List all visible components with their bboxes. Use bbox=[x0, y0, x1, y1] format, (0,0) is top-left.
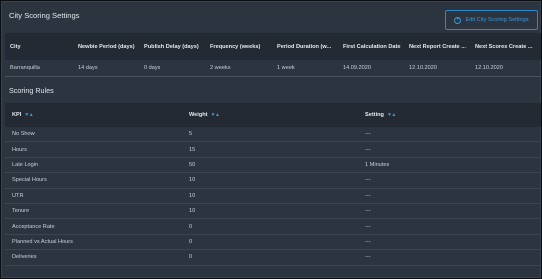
rules-body: No Show 5 --- Hours 15 --- Late Login 50 1 Minut… bbox=[5, 127, 541, 266]
cell-kpi: Deliveries bbox=[12, 254, 37, 261]
cell-setting: 1 Minutes bbox=[365, 161, 390, 168]
cell-weight: 10 bbox=[189, 192, 196, 199]
cell-next-report-create: 12.10.2020 bbox=[409, 65, 437, 71]
table-row[interactable]: Planned vs Actual Hours 0 --- bbox=[5, 235, 541, 251]
col-setting-label: Setting bbox=[365, 112, 384, 118]
col-city[interactable]: City bbox=[10, 44, 21, 50]
cell-kpi: Special Hours bbox=[12, 177, 47, 184]
cell-publish-delay: 0 days bbox=[144, 65, 161, 71]
cell-setting: --- bbox=[365, 223, 371, 230]
edit-city-scoring-button[interactable]: + Edit City Scoring Settings bbox=[445, 10, 538, 30]
cell-kpi: Tenure bbox=[12, 208, 30, 215]
sort-arrows-icon[interactable]: ▼▲ bbox=[387, 112, 396, 118]
cell-kpi: Late Login bbox=[12, 161, 39, 168]
cell-next-scores-create: 12.10.2020 bbox=[475, 65, 503, 71]
col-weight[interactable]: Weight ▼▲ bbox=[189, 112, 219, 118]
city-settings-table: City Newbie Period (days) Publish Delay … bbox=[5, 33, 541, 77]
cell-first-calculation-date: 14.09.2020 bbox=[343, 65, 371, 71]
cell-weight: 5 bbox=[189, 131, 193, 138]
scoring-rules-table: KPI ▼▲ Weight ▼▲ Setting ▼▲ No Show 5 --- Hour… bbox=[5, 103, 541, 266]
col-frequency[interactable]: Frequency (weeks) bbox=[210, 44, 260, 50]
table-header: KPI ▼▲ Weight ▼▲ Setting ▼▲ bbox=[5, 103, 541, 127]
cell-weight: 0 bbox=[189, 223, 193, 230]
cell-setting: --- bbox=[365, 208, 371, 215]
col-kpi-label: KPI bbox=[12, 112, 22, 118]
cell-weight: 10 bbox=[189, 208, 196, 215]
table-row[interactable]: Special Hours 10 --- bbox=[5, 173, 541, 189]
sort-arrows-icon[interactable]: ▼▲ bbox=[211, 112, 220, 118]
table-row[interactable]: Barranquilla 14 days 0 days 2 weeks 1 we… bbox=[5, 60, 541, 77]
table-row[interactable]: Late Login 50 1 Minutes bbox=[5, 158, 541, 174]
cell-weight: 50 bbox=[189, 161, 196, 168]
table-header: City Newbie Period (days) Publish Delay … bbox=[5, 33, 541, 60]
cell-weight: 0 bbox=[189, 254, 193, 261]
cell-kpi: UTR bbox=[12, 192, 24, 199]
cell-setting: --- bbox=[365, 146, 371, 153]
cell-weight: 10 bbox=[189, 177, 196, 184]
cell-kpi: Hours bbox=[12, 146, 27, 153]
table-row[interactable]: Deliveries 0 --- bbox=[5, 250, 541, 266]
cell-period-duration: 1 week bbox=[277, 65, 295, 71]
col-setting[interactable]: Setting ▼▲ bbox=[365, 112, 396, 118]
edit-button-label: Edit City Scoring Settings bbox=[465, 17, 529, 23]
col-next-report-create[interactable]: Next Report Create ... bbox=[409, 44, 472, 50]
col-period-duration[interactable]: Period Duration (w... bbox=[277, 44, 337, 50]
plus-circle-icon: + bbox=[454, 16, 462, 24]
table-row[interactable]: Hours 15 --- bbox=[5, 142, 541, 158]
col-publish-delay[interactable]: Publish Delay (days) bbox=[144, 44, 199, 50]
page-title: City Scoring Settings bbox=[9, 11, 80, 20]
cell-kpi: Planned vs Actual Hours bbox=[12, 238, 73, 245]
cell-setting: --- bbox=[365, 177, 371, 184]
col-kpi[interactable]: KPI ▼▲ bbox=[12, 112, 33, 118]
col-weight-label: Weight bbox=[189, 112, 208, 118]
table-row[interactable]: Acceptance Rate 0 --- bbox=[5, 219, 541, 235]
col-first-calculation-date[interactable]: First Calculation Date bbox=[343, 44, 401, 50]
table-row[interactable]: UTR 10 --- bbox=[5, 189, 541, 204]
cell-kpi: Acceptance Rate bbox=[12, 223, 55, 230]
col-newbie-period[interactable]: Newbie Period (days) bbox=[78, 44, 135, 50]
col-next-scores-create[interactable]: Next Scores Create ... bbox=[475, 44, 539, 50]
cell-weight: 15 bbox=[189, 146, 196, 153]
cell-frequency: 2 weeks bbox=[210, 65, 231, 71]
cell-setting: --- bbox=[365, 131, 371, 138]
cell-newbie-period: 14 days bbox=[78, 65, 98, 71]
sort-arrows-icon[interactable]: ▼▲ bbox=[24, 112, 33, 118]
cell-setting: --- bbox=[365, 192, 371, 199]
table-row[interactable]: Tenure 10 --- bbox=[5, 204, 541, 220]
cell-setting: --- bbox=[365, 254, 371, 261]
cell-kpi: No Show bbox=[12, 131, 35, 138]
cell-city: Barranquilla bbox=[10, 65, 40, 71]
table-row[interactable]: No Show 5 --- bbox=[5, 127, 541, 143]
city-scoring-panel: City Scoring Settings + Edit City Scorin… bbox=[1, 1, 541, 278]
cell-weight: 0 bbox=[189, 238, 193, 245]
section-title: Scoring Rules bbox=[9, 86, 54, 95]
cell-setting: --- bbox=[365, 238, 371, 245]
